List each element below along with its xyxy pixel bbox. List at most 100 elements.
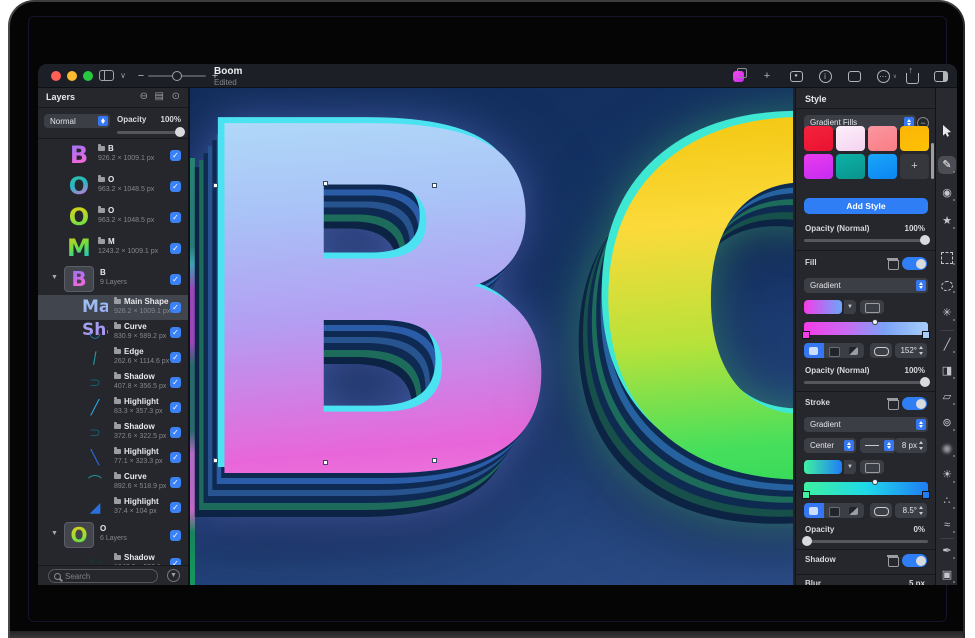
group-layers-icon[interactable]: ▤ <box>155 91 164 102</box>
stroke-toggle[interactable] <box>902 397 927 410</box>
grain-tool[interactable]: ∴ <box>938 492 956 510</box>
visibility-checkbox[interactable]: ✓ <box>170 327 181 338</box>
stroke-angle-field[interactable]: 8.5° <box>895 503 927 518</box>
sidebar-toggle-icon[interactable] <box>98 68 114 84</box>
retouch-tool[interactable]: ◨ <box>938 362 956 380</box>
visibility-checkbox[interactable]: ✓ <box>170 243 181 254</box>
zoom-window-button[interactable] <box>83 71 93 81</box>
visibility-checkbox[interactable]: ✓ <box>170 427 181 438</box>
group-header-o[interactable]: ▼ O O 6 Layers ✓ <box>38 520 188 551</box>
style-tool[interactable]: ✎ <box>938 156 956 174</box>
reverse-gradient-button[interactable] <box>870 343 892 358</box>
slider-knob[interactable] <box>920 377 930 387</box>
layer-row-o-shadow[interactable]: ◠ Shadow 1047.8 × 593.1 px ✓ <box>38 551 188 565</box>
line-tool[interactable]: ╱ <box>938 336 956 354</box>
selection-handle[interactable] <box>432 458 437 463</box>
visibility-checkbox[interactable]: ✓ <box>170 402 181 413</box>
radial-gradient-button[interactable] <box>824 503 844 518</box>
stroke-opacity-slider[interactable] <box>804 540 928 543</box>
blend-mode-dropdown[interactable]: Normal <box>44 114 110 128</box>
layer-row-shadow1[interactable]: ⊃ Shadow 407.8 × 356.5 px ✓ <box>38 370 188 395</box>
angle-gradient-button[interactable] <box>844 503 864 518</box>
layer-opacity-slider[interactable] <box>804 239 928 242</box>
selection-handle[interactable] <box>213 458 218 463</box>
zoom-out-button[interactable]: − <box>136 68 146 84</box>
shapes-tool[interactable]: ▣ <box>938 566 956 584</box>
stroke-width-field[interactable]: 8 px <box>895 438 927 453</box>
blur-tool[interactable] <box>938 440 956 458</box>
layer-row-highlight3[interactable]: ◢ Highlight 37.4 × 104 px ✓ <box>38 495 188 520</box>
style-swatch-red[interactable] <box>804 126 833 151</box>
artwork-letter-o1[interactable]: O O O <box>582 156 793 585</box>
stroke-texture-button[interactable] <box>860 460 884 474</box>
close-button[interactable] <box>51 71 61 81</box>
zoom-slider-knob[interactable] <box>172 71 182 81</box>
style-swatch-pale-pink[interactable] <box>836 126 865 151</box>
disclosure-chevron-icon[interactable]: ▼ <box>51 274 58 281</box>
stepper-icon[interactable] <box>918 440 925 451</box>
visibility-checkbox[interactable]: ✓ <box>170 352 181 363</box>
gradient-stop-right[interactable] <box>922 491 930 499</box>
stroke-gradient-preview[interactable]: ▼ <box>804 460 842 474</box>
pen-tool[interactable]: ✒ <box>938 542 956 560</box>
disclosure-chevron-icon[interactable]: ▼ <box>51 530 58 537</box>
layer-row-group-o1[interactable]: O O 963.2 × 1048.5 px ✓ <box>38 171 188 202</box>
layer-row-shadow2[interactable]: ⊃ Shadow 372.6 × 322.5 px ✓ <box>38 420 188 445</box>
fill-texture-button[interactable] <box>860 300 884 314</box>
color-adjust-tool[interactable]: ◉ <box>938 184 956 202</box>
transform-icon[interactable] <box>846 68 862 84</box>
smudge-tool[interactable]: ≈ <box>938 516 956 534</box>
visibility-checkbox[interactable]: ✓ <box>170 452 181 463</box>
delete-shadow-icon[interactable] <box>888 554 897 565</box>
style-swatch-orange[interactable] <box>900 126 929 151</box>
layer-row-group-o2[interactable]: O O 963.2 × 1048.5 px ✓ <box>38 202 188 233</box>
fill-toggle[interactable] <box>902 257 927 270</box>
selection-handle[interactable] <box>323 181 328 186</box>
quick-select-tool[interactable]: ✳ <box>938 304 956 322</box>
panels-toggle-icon[interactable] <box>933 68 949 84</box>
layer-row-group-m[interactable]: M M 1243.2 × 1009.1 px ✓ <box>38 233 188 264</box>
fill-gradient-preview[interactable]: ▼ <box>804 300 842 314</box>
visibility-checkbox[interactable]: ✓ <box>170 181 181 192</box>
delete-fill-icon[interactable] <box>888 257 897 268</box>
visibility-checkbox[interactable]: ✓ <box>170 558 181 566</box>
eraser-tool[interactable]: ▱ <box>938 388 956 406</box>
stroke-gradient-bar[interactable] <box>804 482 928 495</box>
group-header-b[interactable]: ▼ B B 9 Layers ✓ <box>38 264 188 295</box>
style-swatch-salmon[interactable] <box>868 126 897 151</box>
effects-tool[interactable]: ★ <box>938 212 956 230</box>
layer-row-group-b[interactable]: B B 926.2 × 1009.1 px ✓ <box>38 140 188 171</box>
info-icon[interactable]: i <box>817 68 833 84</box>
stepper-icon[interactable] <box>918 345 925 356</box>
layer-row-edge[interactable]: ∣ Edge 262.6 × 1114.6 px ✓ <box>38 345 188 370</box>
selection-handle[interactable] <box>323 460 328 465</box>
radial-gradient-button[interactable] <box>824 343 844 358</box>
more-menu-icon[interactable]: ⋯∨ <box>875 68 891 84</box>
selection-handle[interactable] <box>213 183 218 188</box>
fill-gradient-bar[interactable] <box>804 322 928 335</box>
gradient-stop-left[interactable] <box>802 491 810 499</box>
sharpen-tool[interactable]: ☀ <box>938 466 956 484</box>
gradient-type-segmented[interactable] <box>804 503 864 518</box>
move-tool[interactable] <box>938 122 956 140</box>
layer-row-highlight1[interactable]: ╱ Highlight 83.3 × 357.3 px ✓ <box>38 395 188 420</box>
gradient-type-segmented[interactable] <box>804 343 864 358</box>
isolate-layer-icon[interactable]: ⊙ <box>172 91 180 102</box>
lasso-tool[interactable] <box>938 276 956 294</box>
stepper-icon[interactable] <box>918 505 925 516</box>
layer-row-curve2[interactable]: ⌒ Curve 892.6 × 518.9 px ✓ <box>38 470 188 495</box>
canvas[interactable]: B B B O O O O O O <box>190 88 793 585</box>
visibility-checkbox[interactable]: ✓ <box>170 212 181 223</box>
clone-tool[interactable]: ⊚ <box>938 414 956 432</box>
layer-row-main-shape[interactable]: Main Shape Main Shape 926.2 × 1009.1 px … <box>38 295 188 320</box>
rect-select-tool[interactable] <box>938 248 956 266</box>
selection-handle[interactable] <box>432 183 437 188</box>
visibility-checkbox[interactable]: ✓ <box>170 150 181 161</box>
slider-knob[interactable] <box>175 127 185 137</box>
angle-gradient-button[interactable] <box>844 343 864 358</box>
chevron-down-icon[interactable]: ∨ <box>118 68 128 84</box>
panel-scrollbar[interactable] <box>931 143 934 179</box>
minimize-button[interactable] <box>67 71 77 81</box>
slider-knob[interactable] <box>920 235 930 245</box>
visibility-checkbox[interactable]: ✓ <box>170 477 181 488</box>
